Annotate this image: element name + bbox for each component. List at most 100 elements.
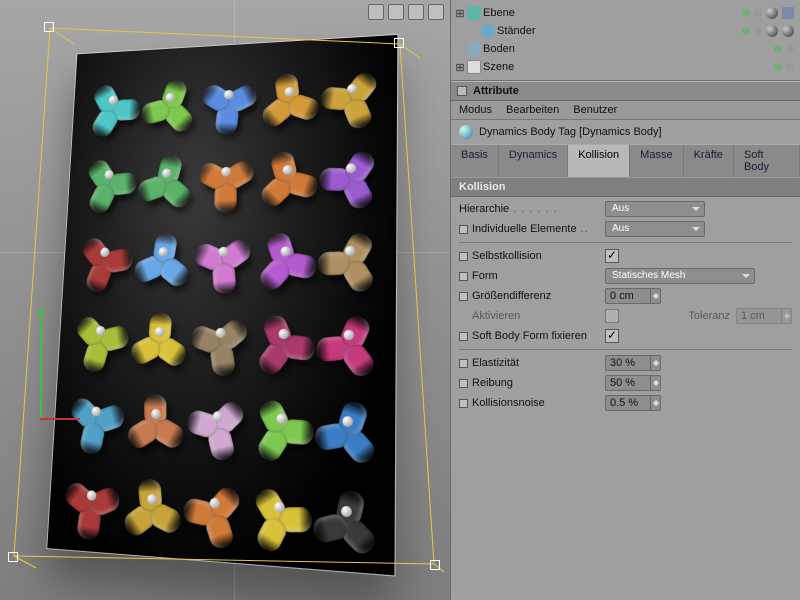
propeller — [129, 377, 183, 452]
object-row-staender[interactable]: Ständer — [455, 22, 794, 40]
tab-dynamics[interactable]: Dynamics — [499, 145, 568, 177]
anim-toggle[interactable] — [459, 292, 468, 301]
param-form: Form Statisches Mesh — [459, 266, 792, 286]
anim-toggle[interactable] — [459, 225, 468, 234]
param-label: Hierarchie — [459, 203, 509, 215]
groesse-input[interactable]: 0 cm — [605, 288, 661, 304]
anim-toggle[interactable] — [459, 272, 468, 281]
propeller — [125, 460, 180, 539]
param-label: Form — [472, 270, 498, 282]
form-dropdown[interactable]: Statisches Mesh — [605, 268, 755, 284]
aktivieren-checkbox[interactable] — [605, 309, 619, 323]
anim-toggle[interactable] — [459, 332, 468, 341]
panel-icon — [457, 86, 467, 96]
propeller — [263, 57, 316, 128]
propeller — [325, 53, 379, 125]
anim-toggle[interactable] — [459, 379, 468, 388]
hierarchie-dropdown[interactable]: Aus — [605, 201, 705, 217]
propeller — [319, 383, 376, 463]
view-icon[interactable] — [428, 4, 444, 20]
param-label: Elastizität — [472, 357, 519, 369]
param-label: Selbstkollision — [472, 250, 542, 262]
param-selbstkollision: Selbstkollision — [459, 246, 792, 266]
board-plane — [47, 35, 397, 575]
propeller — [190, 379, 245, 456]
tab-softbody[interactable]: Soft Body — [734, 145, 800, 177]
param-softfix: Soft Body Form fixieren — [459, 326, 792, 346]
object-label: Ebene — [483, 7, 515, 19]
selection-handle[interactable] — [8, 552, 18, 562]
object-row-szene[interactable]: ⊞ Szene — [455, 58, 794, 76]
reibung-input[interactable]: 50 % — [605, 375, 661, 391]
menu-benutzer[interactable]: Benutzer — [573, 104, 617, 116]
propeller — [79, 218, 131, 287]
params-panel: Hierarchie. . . . . . Aus Individuelle E… — [451, 197, 800, 415]
object-label: Boden — [483, 43, 515, 55]
propeller — [193, 297, 247, 371]
scale-icon[interactable] — [408, 4, 424, 20]
param-individuelle: Individuelle Elemente.. Aus — [459, 219, 792, 239]
menu-bearbeiten[interactable]: Bearbeiten — [506, 104, 559, 116]
cylinder-icon — [481, 24, 495, 38]
anim-toggle[interactable] — [459, 359, 468, 368]
param-elastizitaet: Elastizität 30 % — [459, 353, 792, 373]
propeller — [200, 137, 253, 207]
tab-kraefte[interactable]: Kräfte — [684, 145, 734, 177]
propeller-grid — [65, 53, 379, 553]
individuelle-dropdown[interactable]: Aus — [605, 221, 705, 237]
tab-masse[interactable]: Masse — [630, 145, 683, 177]
expand-icon[interactable]: ⊞ — [455, 61, 465, 74]
anim-toggle[interactable] — [459, 399, 468, 408]
right-panel: ⊞ Ebene Ständer Boden ⊞ Szene Attribute Mo… — [450, 0, 800, 600]
object-label: Szene — [483, 61, 514, 73]
floor-icon — [467, 42, 481, 56]
x-axis-icon — [40, 418, 80, 420]
selection-handle[interactable] — [44, 22, 54, 32]
selection-handle[interactable] — [394, 38, 404, 48]
param-label: Größendifferenz — [472, 290, 551, 302]
attributes-header: Attribute — [451, 81, 800, 101]
tab-kollision[interactable]: Kollision — [568, 145, 630, 177]
board-object[interactable] — [52, 32, 392, 552]
viewport-tool-icons — [368, 4, 444, 20]
propeller — [145, 63, 196, 131]
rotate-icon[interactable] — [388, 4, 404, 20]
object-manager[interactable]: ⊞ Ebene Ständer Boden ⊞ Szene — [451, 0, 800, 81]
propeller — [84, 141, 135, 209]
propeller — [322, 214, 378, 288]
selection-handle[interactable] — [430, 560, 440, 570]
propeller — [256, 297, 311, 372]
tab-basis[interactable]: Basis — [451, 145, 499, 177]
param-hierarchie: Hierarchie. . . . . . Aus — [459, 199, 792, 219]
y-axis-icon — [40, 310, 42, 420]
object-row-boden[interactable]: Boden — [455, 40, 794, 58]
scene-icon — [467, 60, 481, 74]
move-icon[interactable] — [368, 4, 384, 20]
plane-icon — [467, 6, 481, 20]
menu-modus[interactable]: Modus — [459, 104, 492, 116]
elastizitaet-input[interactable]: 30 % — [605, 355, 661, 371]
section-kollision: Kollision — [451, 177, 800, 197]
param-kollisionsnoise: Kollisionsnoise 0.5 % — [459, 393, 792, 413]
param-label: Aktivieren — [472, 310, 520, 322]
param-aktivieren: Aktivieren Toleranz 1 cm — [459, 306, 792, 326]
selbstkollision-checkbox[interactable] — [605, 249, 619, 263]
propeller — [258, 215, 313, 287]
param-label: Individuelle Elemente — [472, 223, 577, 235]
anim-toggle[interactable] — [459, 252, 468, 261]
viewport-3d[interactable] — [0, 0, 450, 600]
propeller — [251, 467, 308, 549]
propeller — [75, 296, 127, 367]
object-row-ebene[interactable]: ⊞ Ebene — [455, 4, 794, 22]
propeller — [187, 464, 243, 544]
object-label: Ständer — [497, 25, 536, 37]
propeller — [203, 60, 255, 129]
softfix-checkbox[interactable] — [605, 329, 619, 343]
expand-icon[interactable]: ⊞ — [455, 7, 465, 20]
tag-label: Dynamics Body Tag [Dynamics Body] — [479, 126, 662, 138]
knoise-input[interactable]: 0.5 % — [605, 395, 661, 411]
dynamics-tag-icon — [459, 125, 473, 139]
propeller — [141, 139, 193, 208]
param-label: Reibung — [472, 377, 513, 389]
tag-line: Dynamics Body Tag [Dynamics Body] — [451, 120, 800, 144]
